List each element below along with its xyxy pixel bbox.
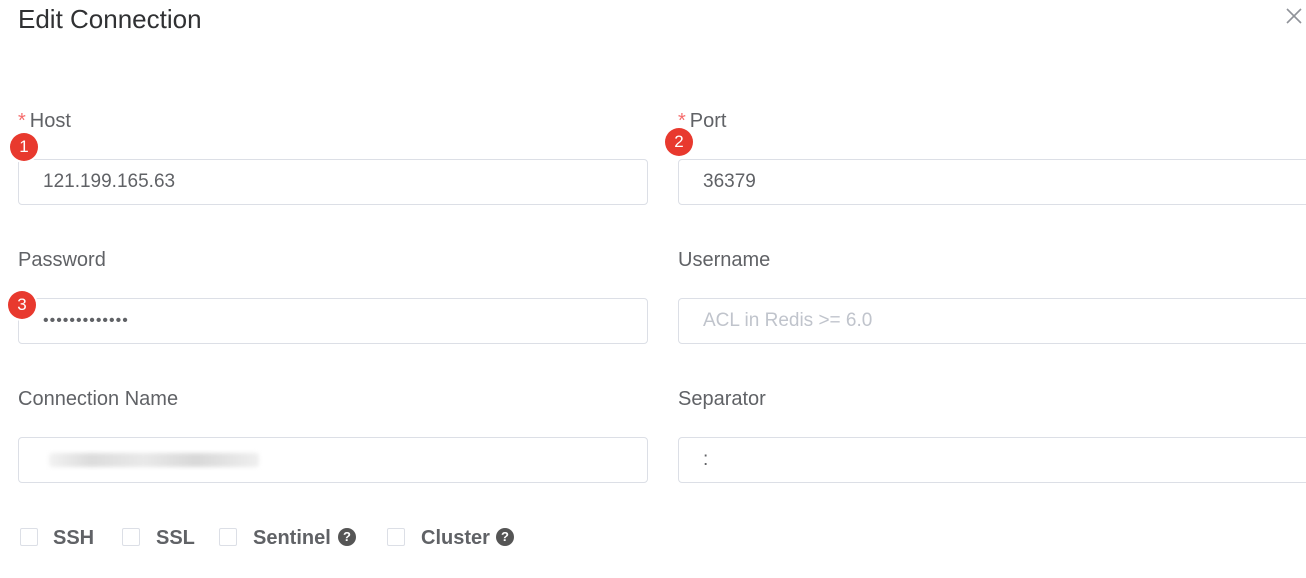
connection-name-input[interactable] (18, 437, 648, 483)
cluster-checkbox[interactable] (387, 528, 405, 546)
question-circle-icon[interactable]: ? (338, 528, 356, 546)
port-label-text: Port (689, 110, 727, 132)
username-label: Username (678, 249, 771, 271)
dialog-title: Edit Connection (18, 4, 202, 34)
sentinel-checkbox[interactable] (219, 528, 237, 546)
separator-label: Separator (678, 388, 766, 410)
host-label-text: Host (29, 110, 71, 132)
close-icon[interactable] (1284, 6, 1304, 26)
port-input[interactable]: 36379 (678, 159, 1306, 205)
edit-connection-dialog: Edit Connection * Host 121.199.165.63 * Po… (0, 0, 1306, 578)
cluster-checkbox-label[interactable]: Cluster (421, 526, 490, 550)
connection-name-label: Connection Name (18, 388, 179, 410)
password-label: Password (18, 249, 106, 271)
host-label: * Host (18, 109, 71, 133)
host-input[interactable]: 121.199.165.63 (18, 159, 648, 205)
required-mark: * (18, 110, 26, 132)
ssh-checkbox[interactable] (20, 528, 38, 546)
annotation-badge-3: 3 (8, 291, 36, 319)
ssl-checkbox[interactable] (122, 528, 140, 546)
password-input[interactable]: ••••••••••••• (18, 298, 648, 344)
ssl-checkbox-label[interactable]: SSL (156, 526, 195, 550)
username-input[interactable]: ACL in Redis >= 6.0 (678, 298, 1306, 344)
sentinel-checkbox-label[interactable]: Sentinel (253, 526, 331, 550)
question-circle-icon[interactable]: ? (496, 528, 514, 546)
separator-input[interactable]: : (678, 437, 1306, 483)
annotation-badge-1: 1 (10, 133, 38, 161)
ssh-checkbox-label[interactable]: SSH (53, 526, 94, 550)
annotation-badge-2: 2 (665, 128, 693, 156)
redacted-value (49, 453, 259, 467)
